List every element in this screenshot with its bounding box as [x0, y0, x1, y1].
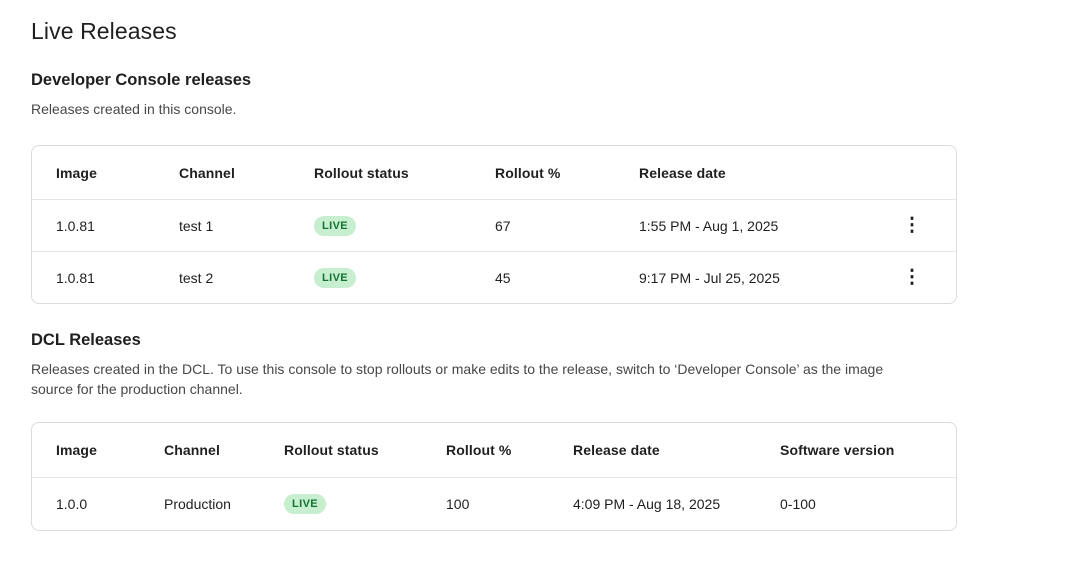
dcl-releases-table: Image Channel Rollout status Rollout % R… — [31, 422, 957, 531]
column-header-release-date: Release date — [639, 165, 884, 181]
section-dcl-releases: DCL Releases Releases created in the DCL… — [31, 330, 1076, 531]
table-row: 1.0.0 Production LIVE 100 4:09 PM - Aug … — [32, 477, 956, 530]
column-header-channel: Channel — [179, 165, 314, 181]
column-header-rollout-pct: Rollout % — [446, 442, 573, 458]
developer-console-heading: Developer Console releases — [31, 70, 1076, 91]
image-cell: 1.0.81 — [56, 218, 179, 234]
table-row: 1.0.81 test 2 LIVE 45 9:17 PM - Jul 25, … — [32, 251, 956, 303]
column-header-rollout-status: Rollout status — [314, 165, 495, 181]
row-menu-button[interactable]: ⋮ — [898, 212, 926, 240]
dcl-releases-description: Releases created in the DCL. To use this… — [31, 359, 915, 399]
column-header-channel: Channel — [164, 442, 284, 458]
image-cell: 1.0.81 — [56, 270, 179, 286]
rollout-pct-cell: 45 — [495, 270, 639, 286]
table-header-row: Image Channel Rollout status Rollout % R… — [32, 146, 956, 199]
image-cell: 1.0.0 — [56, 496, 164, 512]
page-title: Live Releases — [31, 16, 1076, 46]
column-header-rollout-status: Rollout status — [284, 442, 446, 458]
column-header-image: Image — [56, 442, 164, 458]
release-date-cell: 9:17 PM - Jul 25, 2025 — [639, 270, 884, 286]
column-header-rollout-pct: Rollout % — [495, 165, 639, 181]
channel-cell: test 2 — [179, 270, 314, 286]
rollout-pct-cell: 67 — [495, 218, 639, 234]
table-header-row: Image Channel Rollout status Rollout % R… — [32, 423, 956, 477]
developer-console-description: Releases created in this console. — [31, 99, 1076, 119]
release-date-cell: 4:09 PM - Aug 18, 2025 — [573, 496, 780, 512]
live-status-badge: LIVE — [314, 268, 356, 288]
kebab-menu-icon: ⋮ — [903, 215, 922, 236]
dcl-releases-heading: DCL Releases — [31, 330, 1076, 351]
channel-cell: test 1 — [179, 218, 314, 234]
developer-console-releases-table: Image Channel Rollout status Rollout % R… — [31, 145, 957, 304]
table-row: 1.0.81 test 1 LIVE 67 1:55 PM - Aug 1, 2… — [32, 199, 956, 251]
column-header-image: Image — [56, 165, 179, 181]
kebab-menu-icon: ⋮ — [903, 267, 922, 288]
live-status-badge: LIVE — [284, 494, 326, 514]
rollout-status-cell: LIVE — [284, 494, 326, 514]
live-releases-page: Live Releases Developer Console releases… — [0, 16, 1076, 531]
column-header-software-version: Software version — [780, 442, 940, 458]
software-version-cell: 0-100 — [780, 496, 940, 512]
release-date-cell: 1:55 PM - Aug 1, 2025 — [639, 218, 884, 234]
column-header-release-date: Release date — [573, 442, 780, 458]
rollout-status-cell: LIVE — [314, 268, 356, 288]
rollout-pct-cell: 100 — [446, 496, 573, 512]
channel-cell: Production — [164, 496, 284, 512]
live-status-badge: LIVE — [314, 216, 356, 236]
row-menu-button[interactable]: ⋮ — [898, 264, 926, 292]
rollout-status-cell: LIVE — [314, 216, 356, 236]
section-developer-console: Developer Console releases Releases crea… — [31, 70, 1076, 304]
